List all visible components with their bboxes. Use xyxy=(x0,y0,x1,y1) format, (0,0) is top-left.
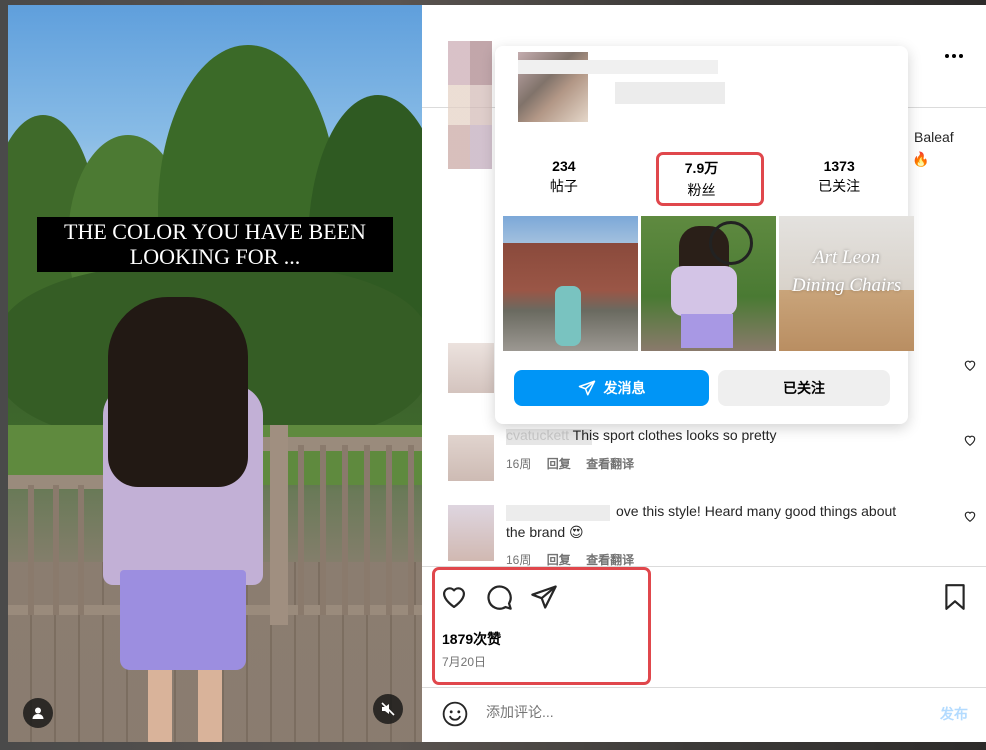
avatar-censored xyxy=(448,85,492,125)
deck-post xyxy=(298,445,304,615)
comment-1-meta: 16周 回复 查看翻译 xyxy=(506,455,646,472)
profile-hover-card: 234 帖子 7.9万 粉丝 1373 已关注 Art Leon Dining … xyxy=(495,46,914,424)
comment-like-icon[interactable] xyxy=(963,358,977,372)
person-leg xyxy=(148,660,172,742)
person-leg xyxy=(198,660,222,742)
person-hair xyxy=(108,297,248,487)
username-censored xyxy=(506,505,610,521)
deck-post xyxy=(408,445,414,615)
fire-emoji-icon: 🔥 xyxy=(912,151,930,167)
caption-line-2: LOOKING FOR ... xyxy=(129,244,301,269)
comment-1-body: This sport clothes looks so pretty xyxy=(572,427,777,443)
deck-post xyxy=(78,485,84,615)
avatar-censored xyxy=(448,343,494,393)
bookmark-icon[interactable] xyxy=(942,583,968,611)
send-message-label: 发消息 xyxy=(603,380,646,396)
stat-following-label: 已关注 xyxy=(818,178,861,194)
comment-1-text: cvatuckett This sport clothes looks so p… xyxy=(506,425,777,446)
video-caption: THE COLOR YOU HAVE BEEN LOOKING FOR ... xyxy=(37,217,393,272)
post-media[interactable]: THE COLOR YOU HAVE BEEN LOOKING FOR ... xyxy=(8,5,422,742)
profile-name-censored[interactable] xyxy=(615,82,725,104)
comment-partial-text: Baleaf xyxy=(914,129,954,145)
deck-post xyxy=(386,445,392,615)
stat-posts-count: 234 xyxy=(552,158,576,174)
profile-handle-censored xyxy=(518,60,718,74)
post-side-panel: Baleaf 🔥 cvatuckett This sport clothes l… xyxy=(422,5,986,742)
thumb-overlay-text: Art Leon Dining Chairs xyxy=(779,244,914,300)
deck-post xyxy=(342,445,348,615)
stat-following[interactable]: 1373 已关注 xyxy=(770,158,908,200)
caption-line-1: THE COLOR YOU HAVE BEEN xyxy=(64,219,366,244)
comment-1-time: 16周 xyxy=(506,457,532,471)
deck-post xyxy=(28,485,34,615)
comment-like-icon[interactable] xyxy=(963,509,977,523)
comment-1-username[interactable]: cvatuckett xyxy=(506,427,569,443)
more-dots-icon[interactable] xyxy=(944,47,964,59)
thumb-top xyxy=(671,266,737,316)
avatar-censored xyxy=(448,41,492,85)
following-button[interactable]: 已关注 xyxy=(718,370,890,406)
stat-posts[interactable]: 234 帖子 xyxy=(495,158,633,200)
person-skirt xyxy=(120,570,246,670)
comment-2-time: 16周 xyxy=(506,553,532,567)
comment-2-translate[interactable]: 查看翻译 xyxy=(586,553,634,567)
comment-1-translate[interactable]: 查看翻译 xyxy=(586,457,634,471)
comment-2-text-line2: the brand 😍 xyxy=(506,524,584,540)
deck-post xyxy=(53,485,59,615)
thumb-title-line1: Art Leon xyxy=(812,247,881,268)
stat-posts-label: 帖子 xyxy=(549,178,578,194)
recent-post-thumb[interactable] xyxy=(641,216,776,351)
emoji-icon[interactable] xyxy=(442,701,468,727)
paper-plane-icon xyxy=(578,380,595,396)
comment-2-text-line1: ove this style! Heard many good things a… xyxy=(616,503,897,519)
following-label: 已关注 xyxy=(783,380,825,396)
deck-post xyxy=(320,445,326,615)
deck-post xyxy=(364,445,370,615)
comment-1-reply[interactable]: 回复 xyxy=(547,457,571,471)
comment-like-icon[interactable] xyxy=(963,433,977,447)
person-icon[interactable] xyxy=(23,698,53,728)
avatar-censored xyxy=(448,505,494,561)
tennis-racket xyxy=(709,221,753,265)
avatar-censored xyxy=(448,125,492,169)
followers-highlight-box xyxy=(656,152,764,206)
recent-posts-grid: Art Leon Dining Chairs xyxy=(503,216,914,351)
post-dialog: THE COLOR YOU HAVE BEEN LOOKING FOR ... … xyxy=(8,5,986,742)
deck-rail xyxy=(8,475,118,489)
deck-post xyxy=(270,425,288,625)
recent-post-thumb[interactable] xyxy=(503,216,638,351)
thumb-title-line2: Dining Chairs xyxy=(791,275,902,296)
recent-post-thumb[interactable]: Art Leon Dining Chairs xyxy=(779,216,914,351)
stat-following-count: 1373 xyxy=(823,158,855,174)
send-message-button[interactable]: 发消息 xyxy=(514,370,709,406)
speaker-muted-icon[interactable] xyxy=(373,694,403,724)
likes-highlight-box xyxy=(432,567,651,685)
comment-input-divider xyxy=(422,687,986,688)
avatar-censored xyxy=(448,435,494,481)
post-comment-button[interactable]: 发布 xyxy=(940,704,968,724)
thumb-figure xyxy=(555,286,581,346)
comment-2-reply[interactable]: 回复 xyxy=(547,553,571,567)
thumb-skirt xyxy=(681,314,733,348)
comment-input[interactable] xyxy=(486,704,886,720)
